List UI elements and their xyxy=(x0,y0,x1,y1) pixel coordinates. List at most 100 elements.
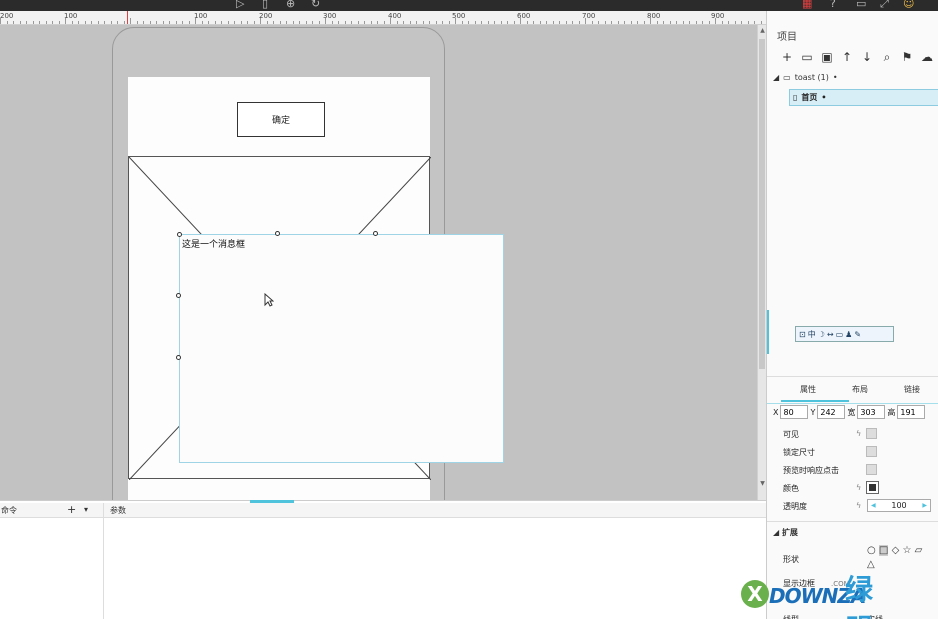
tree-page-item[interactable]: ▯ 首页 • xyxy=(789,89,938,106)
ruler-tick xyxy=(507,21,508,24)
ruler-tick xyxy=(169,21,170,24)
ruler-tick xyxy=(357,21,359,24)
canvas-scrollbar[interactable]: ▲ ▼ xyxy=(757,25,766,500)
ime-icon[interactable]: ↔ xyxy=(827,330,834,339)
ime-icon[interactable]: ☽ xyxy=(818,330,825,339)
ruler-tick xyxy=(630,21,632,24)
ruler-tick xyxy=(188,21,190,24)
scroll-thumb[interactable] xyxy=(759,39,765,369)
window-icon[interactable]: ▭ xyxy=(856,0,866,9)
ruler-tick xyxy=(539,21,541,24)
ruler-tick xyxy=(240,21,242,24)
phone-icon[interactable]: ▯ xyxy=(262,0,268,9)
collapse-arrow-icon[interactable]: ◢ xyxy=(773,73,779,82)
triangle-shape-icon[interactable]: △ xyxy=(867,559,875,570)
ruler-tick xyxy=(6,21,8,24)
tab-links[interactable]: 链接 xyxy=(904,384,920,395)
parallelogram-shape-icon[interactable]: ▱ xyxy=(915,545,923,556)
tree-root[interactable]: ◢ ▭ toast (1) • xyxy=(773,73,838,82)
ruler-tick xyxy=(728,21,729,24)
ruler-tick xyxy=(234,21,235,24)
tab-properties[interactable]: 属性 xyxy=(800,384,816,395)
resize-handle[interactable] xyxy=(373,231,378,236)
ruler-tick xyxy=(58,21,60,24)
ime-icon[interactable]: ✎ xyxy=(854,330,861,339)
ruler-tick xyxy=(156,21,157,24)
ruler-tick xyxy=(591,21,593,24)
layout-icon[interactable]: ▦ xyxy=(802,0,812,9)
cloud-icon[interactable]: ☁ xyxy=(919,49,935,65)
toast-message-box[interactable]: 这是一个消息框 xyxy=(179,234,504,463)
play-icon[interactable]: ▷ xyxy=(236,0,244,9)
circle-shape-icon[interactable]: ○ xyxy=(867,545,876,556)
help-icon[interactable]: ? xyxy=(830,0,836,9)
opacity-stepper[interactable]: ◀ 100 ▶ xyxy=(867,499,931,512)
ime-icon[interactable]: ▭ xyxy=(836,330,844,339)
arrow-up-icon[interactable]: ↑ xyxy=(839,49,855,65)
ruler-tick xyxy=(247,21,248,24)
arrow-down-icon[interactable]: ↓ xyxy=(859,49,875,65)
ruler-label: 700 xyxy=(582,12,596,20)
command-dropdown-button[interactable]: ▾ xyxy=(84,505,88,514)
x-input[interactable] xyxy=(780,405,809,419)
ime-icon[interactable]: ♟ xyxy=(845,330,852,339)
width-input[interactable] xyxy=(857,405,886,419)
resize-handle[interactable] xyxy=(177,232,182,237)
height-input[interactable] xyxy=(897,405,926,419)
ruler-tick xyxy=(559,21,560,24)
ruler-tick xyxy=(481,21,482,24)
bolt-icon[interactable]: ϟ xyxy=(856,429,861,438)
ime-icon[interactable]: 中 xyxy=(808,329,816,340)
ime-icon[interactable]: ⊡ xyxy=(799,330,806,339)
ruler-tick xyxy=(84,21,86,24)
y-input[interactable] xyxy=(817,405,846,419)
diamond-shape-icon[interactable]: ◇ xyxy=(892,545,900,556)
lock-size-checkbox[interactable] xyxy=(866,446,877,457)
color-swatch[interactable] xyxy=(866,481,879,494)
ruler-tick xyxy=(702,21,703,24)
ruler-tick xyxy=(325,18,326,24)
increment-icon[interactable]: ▶ xyxy=(922,502,927,509)
preview-response-checkbox[interactable] xyxy=(866,464,877,475)
add-icon[interactable]: + xyxy=(779,49,795,65)
ruler-tick xyxy=(598,21,599,24)
save-icon[interactable]: ▣ xyxy=(819,49,835,65)
opacity-value: 100 xyxy=(891,501,907,510)
ruler-tick xyxy=(708,21,710,24)
ruler-tick xyxy=(546,21,547,24)
folder-icon[interactable]: ▭ xyxy=(799,49,815,65)
extend-section: ◢ 扩展 形状 ○ □ ◇ ☆ ▱ △ 显示边框 线型 实线 xyxy=(767,521,938,619)
ruler-tick xyxy=(195,18,196,24)
ruler-tick xyxy=(299,21,300,24)
resize-handle[interactable] xyxy=(176,293,181,298)
design-canvas[interactable]: 确定 这是一个消息框 xyxy=(0,25,757,500)
ruler-tick xyxy=(110,21,112,24)
tab-layout[interactable]: 布局 xyxy=(852,384,868,395)
panel-splitter[interactable] xyxy=(767,310,769,354)
visible-checkbox[interactable] xyxy=(866,428,877,439)
ruler-tick xyxy=(754,21,755,24)
bolt-icon[interactable]: ϟ xyxy=(856,501,861,510)
refresh-icon[interactable]: ↻ xyxy=(311,0,320,9)
resize-handle[interactable] xyxy=(176,355,181,360)
star-shape-icon[interactable]: ☆ xyxy=(902,545,911,556)
mouse-cursor-icon xyxy=(264,293,274,307)
resize-handle[interactable] xyxy=(275,231,280,236)
ruler-label: 800 xyxy=(647,12,661,20)
bolt-icon[interactable]: ϟ xyxy=(856,483,861,492)
add-command-button[interactable]: + xyxy=(67,503,76,516)
share-icon[interactable]: ⊕ xyxy=(286,0,295,9)
ruler-tick xyxy=(656,21,658,24)
flag-icon[interactable]: ⚑ xyxy=(899,49,915,65)
line-type-value[interactable]: 实线 xyxy=(867,614,883,619)
ruler-tick xyxy=(149,21,151,24)
expand-icon[interactable]: ⤢ xyxy=(880,0,889,9)
avatar-icon[interactable]: ☺ xyxy=(903,0,914,9)
confirm-button[interactable]: 确定 xyxy=(237,102,325,137)
ruler-tick xyxy=(19,21,21,24)
extend-header[interactable]: ◢ 扩展 xyxy=(773,527,798,538)
rect-shape-icon[interactable]: □ xyxy=(878,545,889,556)
ruler-tick xyxy=(117,21,118,24)
decrement-icon[interactable]: ◀ xyxy=(871,502,876,509)
search-icon[interactable]: ⌕ xyxy=(879,49,895,65)
